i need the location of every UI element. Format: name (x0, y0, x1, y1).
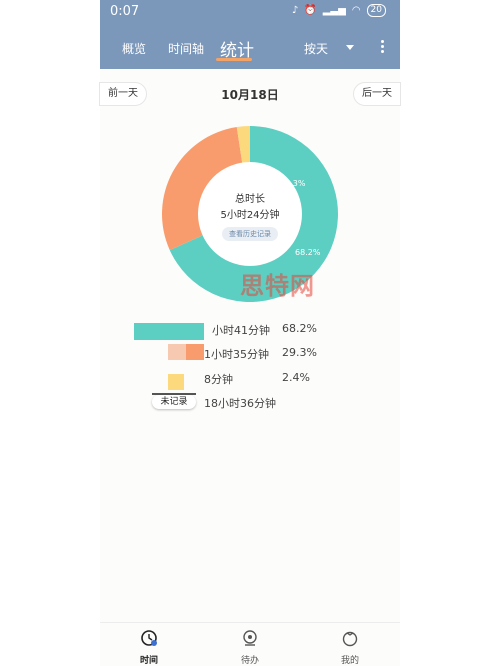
legend-swatch-orange (186, 344, 204, 360)
bottom-nav-todo[interactable]: 待办 (230, 629, 270, 666)
legend-percent: 29.3% (282, 346, 317, 359)
bottom-nav-label: 我的 (340, 656, 359, 666)
legend-item: 1小时35分钟 29.3% (100, 344, 400, 364)
battery-icon: 20 (366, 4, 386, 17)
tab-timeline[interactable]: 时间轴 (168, 40, 204, 57)
todo-icon (243, 630, 257, 646)
header-bar: 0:07 ♪ ⏰ ▂▃▅ ◠ 20 概览 时间轴 统计 按天 (100, 0, 400, 69)
date-bar: 前一天 10月18日 后一天 (99, 80, 401, 108)
more-options-icon[interactable] (381, 40, 385, 54)
bottom-nav-label: 时间 (139, 656, 158, 666)
slice-label-orange: 29.3% (280, 179, 306, 188)
bottom-nav-time[interactable]: 时间 (129, 629, 169, 666)
status-time: 0:07 (110, 4, 140, 19)
alarm-icon: ⏰ (304, 5, 317, 16)
view-history-button[interactable]: 查看历史记录 (222, 227, 278, 241)
no-record-badge: 未记录 (152, 395, 196, 409)
bottom-nav-label: 待办 (240, 656, 259, 666)
legend-duration: 18小时36分钟 (204, 397, 276, 410)
signal-icon: ▂▃▅ (322, 5, 346, 16)
tomato-icon (342, 631, 358, 647)
bottom-nav: 时间 待办 我的 (100, 622, 400, 666)
clock-icon (141, 630, 157, 646)
legend-swatch-light-orange (168, 344, 186, 360)
slice-label-teal: 68.2% (295, 248, 321, 257)
total-duration-value: 5小时24分钟 (220, 210, 280, 221)
top-nav: 概览 时间轴 统计 按天 (100, 36, 400, 64)
period-mode-select[interactable]: 按天 (304, 40, 328, 57)
legend-percent: 2.4% (282, 371, 310, 384)
legend-item: 未记录 18小时36分钟 (100, 393, 400, 413)
next-day-button[interactable]: 后一天 (353, 82, 401, 106)
active-tab-indicator (216, 58, 252, 61)
watermark: 思特网 (240, 272, 315, 300)
wifi-icon: ◠ (351, 5, 361, 16)
app-screen: 0:07 ♪ ⏰ ▂▃▅ ◠ 20 概览 时间轴 统计 按天 前一天 10月18… (99, 0, 401, 666)
legend-swatch-teal (134, 323, 204, 340)
legend-item: 8分钟 2.4% (100, 369, 400, 390)
legend-percent: 68.2% (282, 322, 317, 335)
legend-duration: 小时41分钟 (212, 324, 270, 337)
screenshot: 0:07 ♪ ⏰ ▂▃▅ ◠ 20 概览 时间轴 统计 按天 前一天 10月18… (0, 0, 500, 666)
status-icons: ♪ ⏰ ▂▃▅ ◠ 20 (292, 4, 386, 17)
total-duration-title: 总时长 (235, 194, 265, 205)
legend-item: 小时41分钟 68.2% (100, 320, 400, 340)
bottom-nav-mine[interactable]: 我的 (330, 629, 370, 666)
legend-swatch-yellow (168, 374, 184, 390)
legend-duration: 8分钟 (204, 373, 233, 386)
notification-icon: ♪ (291, 5, 299, 16)
chevron-down-icon[interactable] (346, 45, 354, 50)
tab-overview[interactable]: 概览 (122, 40, 146, 57)
legend-duration: 1小时35分钟 (204, 348, 269, 361)
